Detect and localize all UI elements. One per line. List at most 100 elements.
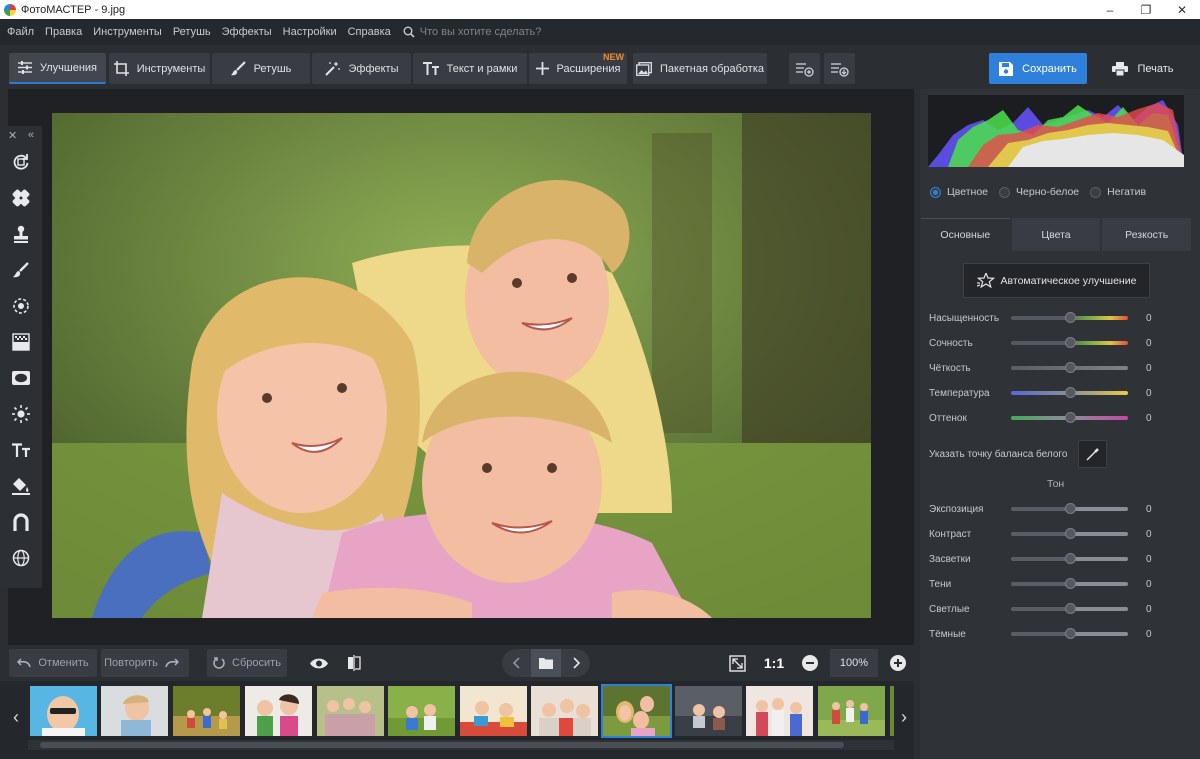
thumbnail[interactable] — [245, 686, 312, 736]
thumbnail[interactable] — [173, 686, 240, 736]
menu-edit[interactable]: Правка — [45, 26, 82, 38]
slider-handle[interactable] — [1065, 337, 1076, 348]
stamp-tool[interactable] — [0, 216, 42, 252]
thumbnail-image — [388, 686, 455, 736]
auto-enhance-button[interactable]: Автоматическое улучшение — [963, 263, 1150, 298]
tab-tools[interactable]: Инструменты — [109, 53, 210, 84]
redo-button[interactable]: Повторить — [101, 649, 189, 677]
menu-tools[interactable]: Инструменты — [93, 26, 162, 38]
thumbnail[interactable] — [746, 686, 813, 736]
radio-bw[interactable] — [999, 186, 1011, 198]
light-tool[interactable] — [0, 396, 42, 432]
zoom-level[interactable]: 100% — [830, 649, 878, 677]
slider-handle[interactable] — [1065, 603, 1076, 614]
brush-tool[interactable] — [0, 252, 42, 288]
tool-sidebar: ✕ « — [0, 126, 42, 588]
thumbnail[interactable] — [317, 686, 384, 736]
main-photo[interactable] — [52, 113, 871, 618]
slider-handle[interactable] — [1065, 412, 1076, 423]
mode-color[interactable]: Цветное — [930, 186, 988, 198]
reset-button[interactable]: Сбросить — [207, 649, 287, 677]
preview-toggle-button[interactable] — [305, 649, 333, 677]
slider-handle[interactable] — [1065, 578, 1076, 589]
liquify-tool[interactable] — [0, 504, 42, 540]
slider-handle[interactable] — [1065, 553, 1076, 564]
thumbnail-selected[interactable] — [601, 684, 672, 738]
close-tools-button[interactable]: ✕ — [8, 129, 17, 142]
compare-button[interactable] — [340, 649, 368, 677]
radio-color[interactable] — [930, 186, 941, 198]
slider-label: Насыщенность — [929, 312, 1000, 324]
thumbnail[interactable] — [101, 686, 168, 736]
thumbnail-image — [460, 686, 527, 736]
vignette-tool[interactable] — [0, 360, 42, 396]
filmstrip-scrollbar[interactable] — [28, 740, 894, 750]
thumbnail[interactable] — [818, 686, 885, 736]
menu-help[interactable]: Справка — [348, 26, 391, 38]
patch-tool[interactable] — [0, 180, 42, 216]
fit-screen-button[interactable] — [723, 649, 751, 677]
thumbnail[interactable] — [388, 686, 455, 736]
open-folder-button[interactable] — [531, 649, 561, 677]
gradient-filter-tool[interactable] — [0, 324, 42, 360]
slider-handle[interactable] — [1065, 362, 1076, 373]
undo-button[interactable]: Отменить — [9, 649, 97, 677]
tab-extensions[interactable]: Расширения NEW — [529, 52, 627, 84]
text-icon — [12, 443, 30, 457]
thumbnail[interactable] — [460, 686, 527, 736]
thumbnail[interactable] — [675, 686, 742, 736]
scrollbar-thumb[interactable] — [40, 742, 844, 748]
tab-retouch[interactable]: Ретушь — [212, 53, 310, 84]
maximize-button[interactable]: ❐ — [1128, 0, 1164, 19]
photo-image — [52, 113, 871, 618]
add-preset-button[interactable] — [789, 53, 820, 84]
zoom-out-button[interactable] — [796, 649, 824, 677]
slider-row: Тёмные 0 — [929, 627, 1159, 641]
fill-tool[interactable] — [0, 468, 42, 504]
collapse-tools-button[interactable]: « — [28, 129, 34, 141]
thumbnail[interactable] — [531, 686, 598, 736]
menu-file[interactable]: Файл — [7, 26, 34, 38]
slider-handle[interactable] — [1065, 312, 1076, 323]
download-preset-button[interactable] — [824, 53, 855, 84]
tab-sharpness[interactable]: Резкость — [1102, 218, 1192, 251]
menu-effects[interactable]: Эффекты — [222, 26, 272, 38]
white-balance-label: Указать точку баланса белого — [929, 448, 1068, 460]
actual-size-button[interactable]: 1:1 — [759, 649, 789, 677]
menu-settings[interactable]: Настройки — [283, 26, 337, 38]
zoom-in-button[interactable] — [884, 649, 912, 677]
globe-icon — [12, 549, 30, 567]
search-input[interactable] — [419, 26, 620, 38]
filmstrip-prev-button[interactable]: ‹ — [6, 687, 26, 747]
mode-bw-label: Черно-белое — [1016, 186, 1080, 198]
tab-basic[interactable]: Основные — [921, 218, 1010, 251]
mode-negative[interactable]: Негатив — [1090, 186, 1146, 198]
slider-value: 0 — [1146, 578, 1152, 590]
batch-processing-button[interactable]: Пакетная обработка — [633, 53, 767, 84]
reset-label: Сбросить — [232, 657, 281, 669]
minimize-button[interactable]: – — [1092, 0, 1128, 19]
radial-filter-tool[interactable] — [0, 288, 42, 324]
prev-image-button[interactable] — [502, 657, 531, 669]
rotate-tool[interactable] — [0, 144, 42, 180]
tab-enhance[interactable]: Улучшения — [9, 53, 106, 84]
tab-effects[interactable]: Эффекты — [312, 53, 411, 84]
thumbnail[interactable] — [30, 686, 97, 736]
white-balance-picker-button[interactable] — [1078, 440, 1108, 468]
menu-retouch[interactable]: Ретушь — [173, 26, 211, 38]
slider-handle[interactable] — [1065, 503, 1076, 514]
filmstrip-next-button[interactable]: › — [894, 687, 914, 747]
slider-handle[interactable] — [1065, 387, 1076, 398]
radio-negative[interactable] — [1090, 186, 1102, 198]
slider-handle[interactable] — [1065, 528, 1076, 539]
save-button[interactable]: Сохранить — [989, 53, 1087, 84]
text-tool[interactable] — [0, 432, 42, 468]
close-button[interactable]: ✕ — [1164, 0, 1200, 19]
mode-bw[interactable]: Черно-белое — [999, 186, 1079, 198]
print-button[interactable]: Печать — [1094, 53, 1192, 84]
geometry-tool[interactable] — [0, 540, 42, 576]
tab-text-frames[interactable]: Текст и рамки — [413, 53, 527, 84]
next-image-button[interactable] — [561, 657, 590, 669]
tab-colors[interactable]: Цвета — [1011, 218, 1101, 251]
slider-handle[interactable] — [1065, 628, 1076, 639]
